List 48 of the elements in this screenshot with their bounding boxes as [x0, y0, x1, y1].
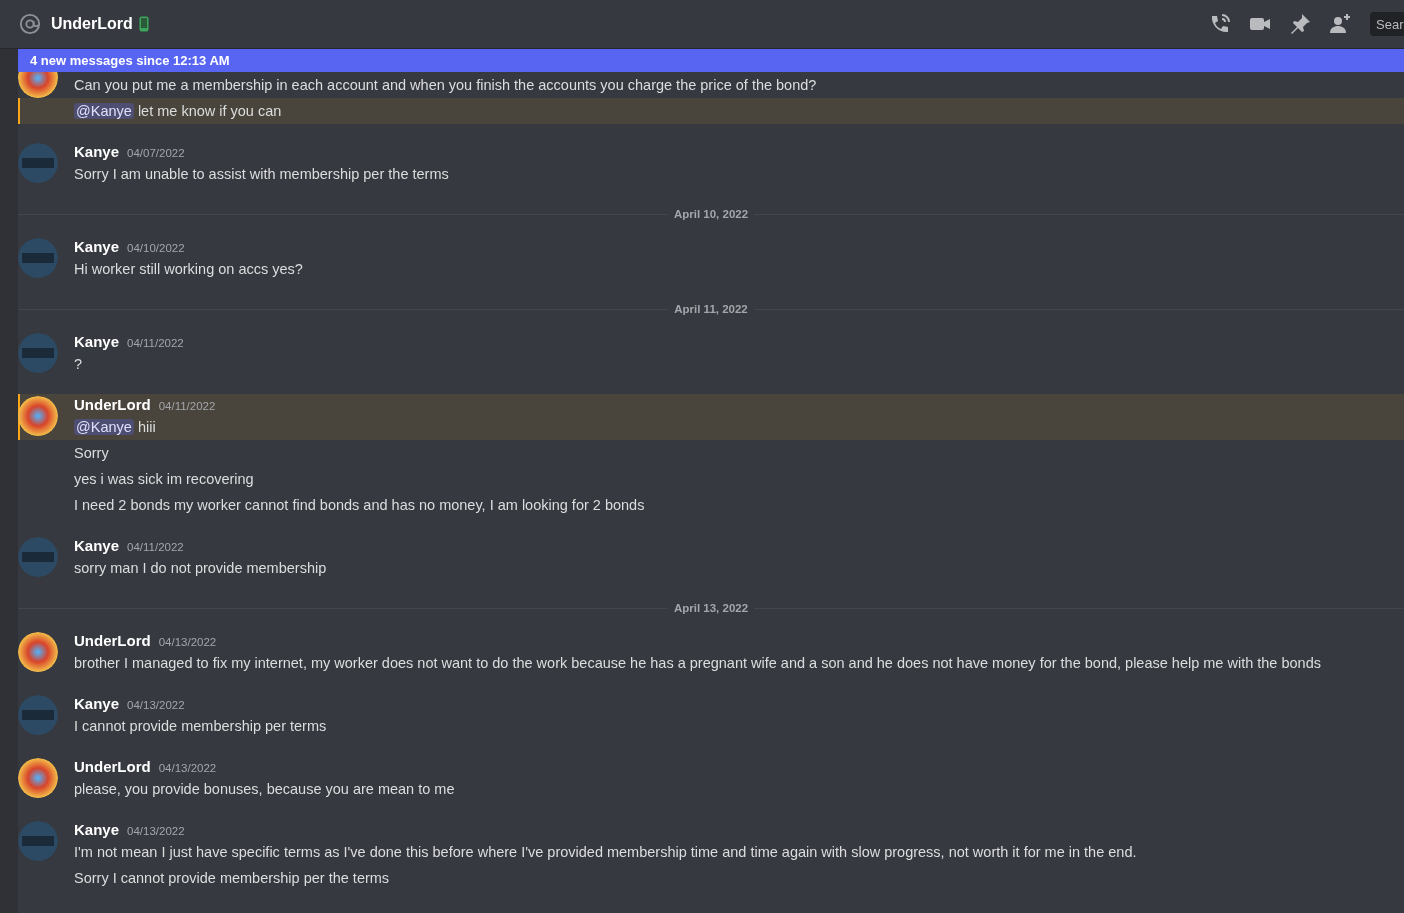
mobile-phone-icon [138, 16, 149, 32]
username[interactable]: Kanye [74, 695, 120, 712]
message-text: ? [74, 355, 84, 374]
message-text: sorry man I do not provide membership [74, 559, 328, 578]
message-text: yes i was sick im recovering [74, 470, 255, 489]
timestamp: 04/11/2022 [158, 400, 216, 412]
message-text: Sorry I am unable to assist with membership per the terms [74, 165, 450, 184]
timestamp: 04/13/2022 [127, 825, 185, 837]
mention-link[interactable]: @Kanye [74, 103, 134, 119]
username[interactable]: UnderLord [74, 758, 151, 775]
message-text: I cannot provide membership per terms [74, 717, 328, 736]
message-text: @Kanye let me know if you can [74, 102, 283, 121]
date-divider: April 11, 2022 [673, 303, 749, 315]
timestamp: 04/13/2022 [158, 636, 217, 648]
search-field[interactable]: Sear [1370, 12, 1404, 36]
mention-link[interactable]: @Kanye [74, 419, 134, 435]
username[interactable]: UnderLord [74, 632, 151, 649]
avatar[interactable] [18, 758, 58, 798]
message-text: I need 2 bonds my worker cannot find bonds and has no money, I am looking for 2 bonds [74, 496, 646, 515]
message-text: Sorry [74, 444, 110, 463]
timestamp: 04/13/2022 [158, 762, 217, 774]
avatar[interactable] [18, 72, 58, 98]
username[interactable]: Kanye [74, 333, 120, 350]
avatar[interactable] [18, 396, 58, 436]
new-messages-banner[interactable]: 4 new messages since 12:13 AM [18, 49, 1404, 72]
username[interactable]: Kanye [74, 143, 120, 160]
message-text: Can you put me a membership in each account and when you finish the accounts you charge the price of the bond? [74, 76, 818, 95]
timestamp: 04/07/2022 [127, 147, 185, 159]
date-divider: April 10, 2022 [672, 208, 750, 220]
date-divider: April 13, 2022 [672, 602, 750, 614]
message-text: Hi worker still working on accs yes? [74, 260, 304, 279]
message-text: @Kanye hiii [74, 418, 157, 437]
message-text: I'm not mean I just have specific terms as I've done this before where I've provided membership time and time again with slow progress, not worth it for me in the end. [74, 843, 1138, 862]
timestamp: 04/11/2022 [127, 337, 184, 349]
timestamp: 04/11/2022 [127, 541, 184, 553]
avatar[interactable] [18, 632, 58, 672]
timestamp: 04/10/2022 [127, 242, 185, 254]
at-sign-icon [19, 13, 41, 35]
add-user-icon[interactable] [1328, 12, 1352, 36]
message-text: please, you provide bonuses, because you are mean to me [74, 780, 456, 799]
message-text: Sorry I cannot provide membership per the terms [74, 869, 391, 888]
username[interactable]: UnderLord [74, 396, 151, 413]
username[interactable]: Kanye [74, 537, 120, 554]
username[interactable]: Kanye [74, 238, 120, 255]
username[interactable]: Kanye [74, 821, 120, 838]
timestamp: 04/13/2022 [127, 699, 185, 711]
message-text: brother I managed to fix my internet, my worker does not want to do the work because he has a pregnant wife and a son and he does not have money for the bond, please help me with the bonds [74, 654, 1322, 673]
channel-name: UnderLord [51, 15, 133, 33]
